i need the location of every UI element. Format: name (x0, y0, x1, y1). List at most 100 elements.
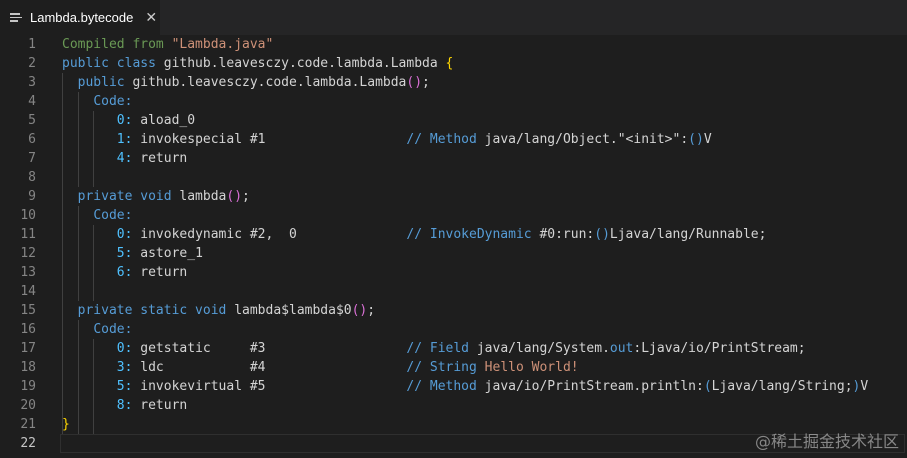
code-line[interactable]: 17 0: getstatic #3 // Field java/lang/Sy… (0, 339, 907, 358)
indent-guide (77, 206, 79, 301)
code-token: invokedynamic #2, 0 (140, 227, 407, 242)
line-number: 1 (28, 37, 36, 52)
code-text: 6: return (62, 263, 187, 282)
code-line[interactable]: 20 8: return (0, 396, 907, 415)
code-token: 0: (116, 113, 141, 128)
line-number: 8 (28, 170, 36, 185)
code-text: Code: (62, 206, 132, 225)
line-number: 18 (20, 360, 36, 375)
code-text: 1: invokespecial #1 // Method java/lang/… (62, 130, 712, 149)
code-line[interactable]: 3 public github.leavesczy.code.lambda.La… (0, 73, 907, 92)
code-token: () (226, 189, 243, 204)
code-line[interactable]: 8 (0, 168, 907, 187)
code-token: () (688, 132, 704, 147)
code-token: 5: (116, 379, 141, 394)
line-number: 3 (28, 75, 36, 90)
code-token: aload_0 (140, 113, 196, 128)
code-token: ( (703, 379, 712, 394)
code-token: } (62, 417, 70, 432)
tab-lambda-bytecode[interactable]: Lambda.bytecode ✕ (0, 0, 160, 35)
code-token: 5: (116, 246, 141, 261)
line-number: 5 (28, 113, 36, 128)
code-token: github.leavesczy.code.lambda.Lambda (132, 75, 407, 90)
code-text: 0: aload_0 (62, 111, 195, 130)
code-token: 8: (116, 398, 141, 413)
code-line[interactable]: 5 0: aload_0 (0, 111, 907, 130)
code-token: // Method (406, 132, 485, 147)
code-token: ldc #4 (140, 360, 407, 375)
code-token: java/io/PrintStream.println: (484, 379, 704, 394)
line-number: 22 (20, 436, 36, 451)
indent-guide (93, 339, 95, 434)
code-line[interactable]: 2 public class github.leavesczy.code.lamb… (0, 54, 907, 73)
line-number: 21 (20, 417, 36, 432)
code-token: () (351, 303, 368, 318)
code-text: Code: (62, 92, 132, 111)
code-token: getstatic #3 (140, 341, 407, 356)
code-token: astore_1 (140, 246, 203, 261)
code-line[interactable]: 14 (0, 282, 907, 301)
line-number: 15 (20, 303, 36, 318)
code-line[interactable]: 9 private void lambda(); (0, 187, 907, 206)
code-token: { (445, 56, 454, 71)
code-line[interactable]: 16 Code: (0, 320, 907, 339)
line-number: 14 (20, 284, 36, 299)
line-number: 2 (28, 56, 36, 71)
code-token: Code: (93, 208, 133, 223)
indent-guide (62, 73, 63, 434)
code-token: java/lang/System. (476, 341, 610, 356)
code-line[interactable]: 13 6: return (0, 263, 907, 282)
code-text: 0: invokedynamic #2, 0 // InvokeDynamic … (62, 225, 767, 244)
code-token: // Method (406, 379, 485, 394)
line-number: 11 (20, 227, 36, 242)
line-number: 19 (20, 379, 36, 394)
line-number: 10 (20, 208, 36, 223)
code-line[interactable]: 12 5: astore_1 (0, 244, 907, 263)
code-token: 3: (116, 360, 141, 375)
code-line[interactable]: 10 Code: (0, 206, 907, 225)
code-line[interactable]: 15 private static void lambda$lambda$0()… (0, 301, 907, 320)
code-token: 0: (116, 227, 141, 242)
code-token: Code: (93, 94, 133, 109)
code-token: private static void (77, 303, 235, 318)
line-number: 9 (28, 189, 36, 204)
close-icon[interactable]: ✕ (145, 11, 157, 25)
code-line[interactable]: 18 3: ldc #4 // String Hello World! (0, 358, 907, 377)
code-token: Hello World! (484, 360, 579, 375)
line-number: 12 (20, 246, 36, 261)
code-text: public github.leavesczy.code.lambda.Lamb… (62, 73, 430, 92)
file-lines-icon (10, 11, 24, 25)
line-number: 16 (20, 322, 36, 337)
code-token: invokespecial #1 (140, 132, 407, 147)
indent-guide (93, 225, 95, 301)
code-token: V (860, 379, 869, 394)
code-editor[interactable]: 1 Compiled from "Lambda.java" 2 public clas… (0, 35, 907, 458)
line-number: 13 (20, 265, 36, 280)
indent-guide (93, 111, 95, 187)
code-text: private static void lambda$lambda$0(); (62, 301, 375, 320)
indent-guide (77, 320, 79, 434)
line-number: 4 (28, 94, 36, 109)
code-token: Ljava/lang/String; (711, 379, 853, 394)
code-line[interactable]: 11 0: invokedynamic #2, 0 // InvokeDynam… (0, 225, 907, 244)
code-line[interactable]: 6 1: invokespecial #1 // Method java/lan… (0, 130, 907, 149)
code-token: public (77, 75, 133, 90)
code-token: return (140, 398, 188, 413)
code-token: () (594, 227, 610, 242)
code-line[interactable]: 1 Compiled from "Lambda.java" (0, 35, 907, 54)
code-line[interactable]: 19 5: invokevirtual #5 // Method java/io… (0, 377, 907, 396)
code-line[interactable]: 4 Code: (0, 92, 907, 111)
code-token: invokevirtual #5 (140, 379, 407, 394)
code-token: private void (77, 189, 180, 204)
code-token: 1: (116, 132, 141, 147)
code-line[interactable]: 7 4: return (0, 149, 907, 168)
code-text: private void lambda(); (62, 187, 250, 206)
